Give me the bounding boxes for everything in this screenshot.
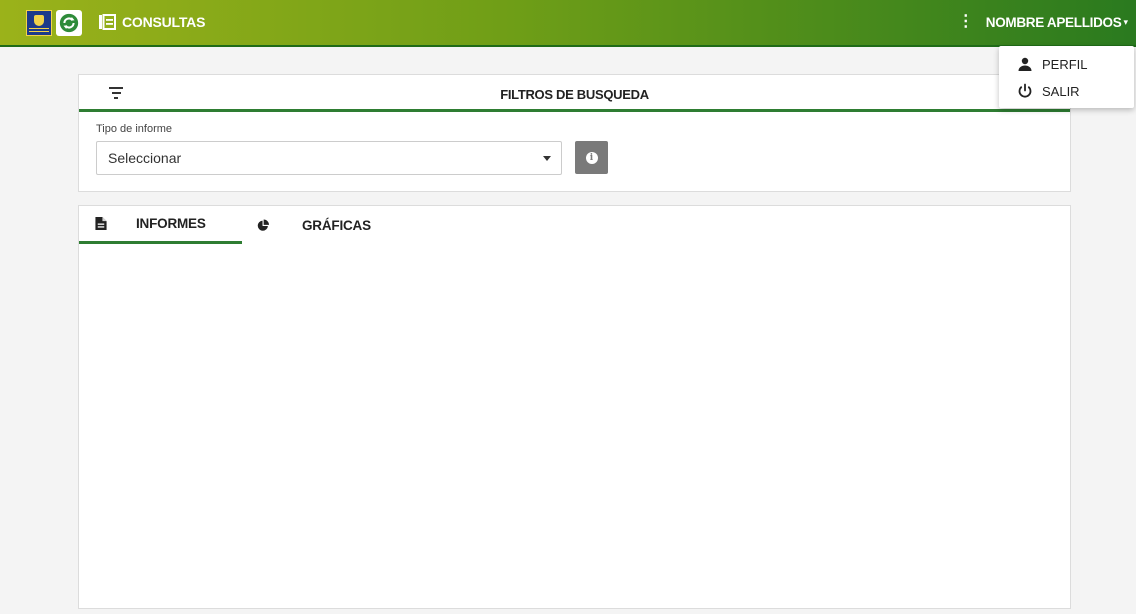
user-name: NOMBRE APELLIDOS bbox=[985, 14, 1122, 30]
list-book-icon bbox=[99, 14, 116, 30]
kebab-menu-icon: ⋮ bbox=[957, 13, 974, 30]
tab-label: GRÁFICAS bbox=[302, 217, 371, 233]
filters-header: FILTROS DE BUSQUEDA bbox=[79, 75, 1070, 112]
filters-title: FILTROS DE BUSQUEDA bbox=[500, 87, 649, 102]
menu-item-perfil[interactable]: PERFIL bbox=[1017, 56, 1088, 72]
cabildo-text-mark bbox=[29, 27, 49, 32]
cabildo-shield-icon bbox=[34, 14, 44, 26]
nav-consultas-link[interactable]: CONSULTAS bbox=[98, 13, 205, 31]
recycle-logo-icon[interactable] bbox=[56, 10, 82, 36]
pie-chart-icon bbox=[257, 219, 269, 231]
menu-item-salir[interactable]: SALIR bbox=[1017, 83, 1080, 99]
results-panel: INFORMES GRÁFICAS bbox=[78, 205, 1071, 609]
user-menu-toggle[interactable]: ⋮ NOMBRE APELLIDOS ▾ bbox=[958, 14, 1128, 30]
chevron-down-icon: ▾ bbox=[1123, 16, 1128, 27]
tipo-informe-select[interactable]: Seleccionar bbox=[96, 141, 562, 175]
tipo-informe-label: Tipo de informe bbox=[96, 123, 173, 135]
menu-item-label: SALIR bbox=[1042, 83, 1080, 99]
tipo-informe-value: Seleccionar bbox=[108, 150, 182, 166]
power-icon bbox=[1018, 83, 1032, 98]
tab-label: INFORMES bbox=[136, 216, 206, 231]
filters-panel: FILTROS DE BUSQUEDA Tipo de informe Sele… bbox=[78, 74, 1071, 192]
person-icon bbox=[1018, 57, 1032, 71]
tab-informes[interactable]: INFORMES bbox=[79, 206, 242, 244]
info-button[interactable]: i bbox=[575, 141, 608, 174]
info-icon: i bbox=[585, 151, 598, 164]
cabildo-logo[interactable] bbox=[26, 10, 52, 36]
menu-item-label: PERFIL bbox=[1042, 56, 1088, 72]
chevron-down-icon bbox=[543, 156, 551, 161]
user-dropdown-menu: PERFIL SALIR bbox=[999, 46, 1134, 108]
top-navbar: CONSULTAS ⋮ NOMBRE APELLIDOS ▾ bbox=[0, 0, 1136, 47]
tab-graficas[interactable]: GRÁFICAS bbox=[257, 206, 417, 244]
document-icon bbox=[95, 217, 107, 230]
nav-consultas-label: CONSULTAS bbox=[122, 14, 206, 30]
